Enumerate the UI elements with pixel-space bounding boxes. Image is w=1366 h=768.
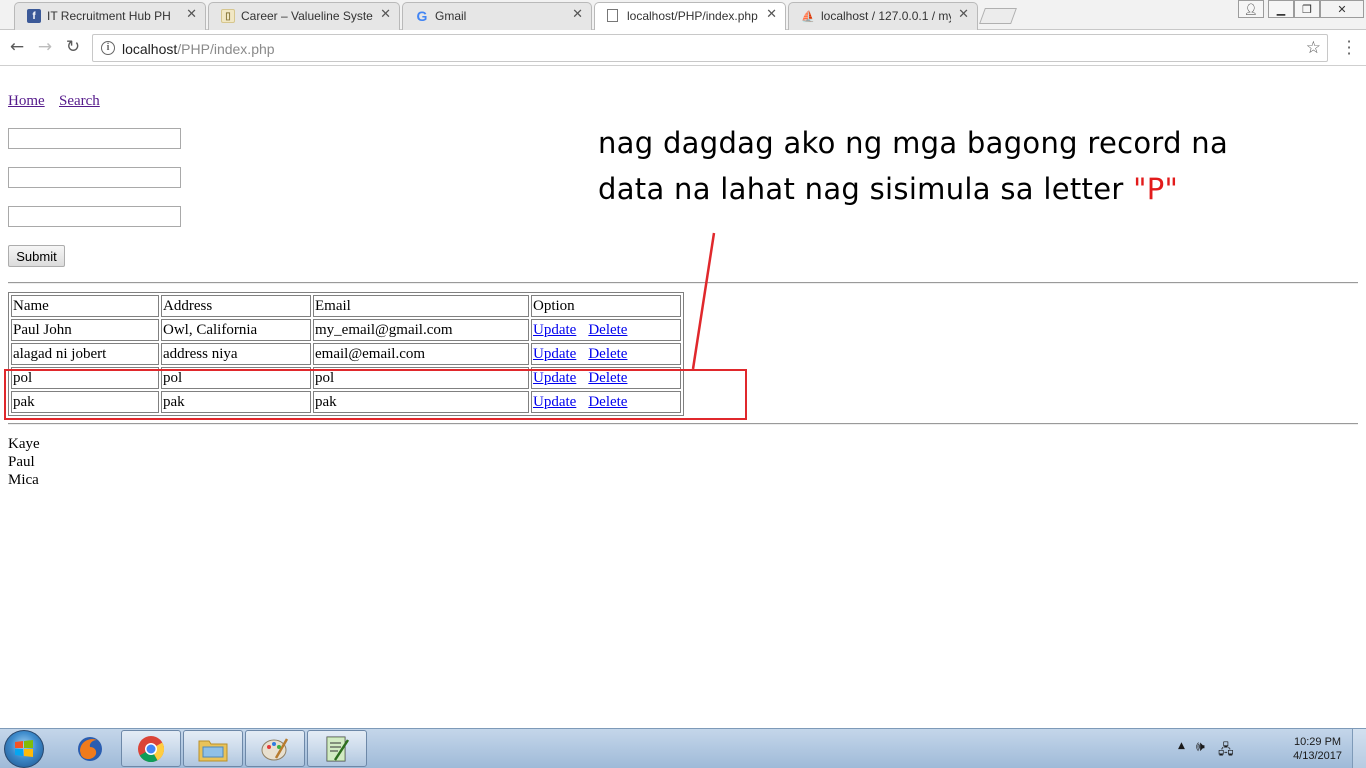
forward-arrow-icon[interactable]: → — [34, 36, 56, 58]
bookmark-star-icon[interactable]: ☆ — [1306, 38, 1321, 58]
minimize-button[interactable]: ▁ — [1268, 0, 1294, 18]
page-content: Home Search Submit Name Address Email Op… — [0, 67, 1366, 728]
system-tray: ▲ 🕪︎ 🖧︎ 10:29 PM 4/13/2017 — [1166, 729, 1366, 768]
page-icon: ▯ — [221, 9, 235, 23]
close-icon[interactable]: ✕ — [186, 7, 197, 22]
close-window-button[interactable]: ✕ — [1320, 0, 1364, 18]
firefox-logo — [78, 736, 102, 761]
google-icon: G — [416, 8, 428, 24]
new-tab-button[interactable] — [979, 8, 1017, 24]
close-icon[interactable]: ✕ — [958, 7, 969, 22]
facebook-icon: f — [27, 9, 41, 23]
notepad-icon — [326, 736, 350, 761]
url-host: localhost — [122, 41, 178, 57]
clock-time: 10:29 PM — [1293, 736, 1342, 748]
taskbar: ▲ 🕪︎ 🖧︎ 10:29 PM 4/13/2017 — [0, 728, 1366, 768]
tab-strip: f IT Recruitment Hub PH ✕ ▯ Career – Val… — [0, 0, 1366, 31]
back-arrow-icon[interactable]: ← — [6, 36, 28, 58]
annotation-arrow-line — [691, 232, 716, 370]
document-icon — [607, 9, 618, 22]
firefox-icon[interactable] — [60, 730, 120, 767]
notepadpp-icon[interactable] — [307, 730, 367, 767]
show-hidden-icons-icon[interactable]: ▲ — [1178, 741, 1185, 751]
browser-toolbar: ← → ↻ i localhost/PHP/index.php ☆ · · · — [0, 30, 1366, 66]
address-bar[interactable]: i localhost/PHP/index.php ☆ — [92, 34, 1328, 62]
user-icon[interactable]: 👤︎ — [1238, 0, 1264, 18]
menu-icon[interactable]: · · · — [1346, 34, 1352, 62]
reload-icon[interactable]: ↻ — [62, 36, 84, 58]
tab-title: Gmail — [435, 9, 467, 23]
tab-localhost-index[interactable]: localhost/PHP/index.php ✕ — [594, 2, 786, 31]
volume-icon[interactable]: 🕪︎ — [1196, 739, 1205, 755]
paint-icon[interactable] — [245, 730, 305, 767]
tab-career[interactable]: ▯ Career – Valueline System ✕ — [208, 2, 400, 30]
tab-gmail[interactable]: G Gmail ✕ — [402, 2, 592, 30]
tab-title: localhost / 127.0.0.1 / my — [821, 9, 951, 23]
phpmyadmin-icon: ⛵ — [801, 10, 815, 23]
tab-recruitment[interactable]: f IT Recruitment Hub PH ✕ — [14, 2, 206, 30]
close-icon[interactable]: ✕ — [572, 7, 583, 22]
tab-title: Career – Valueline System — [241, 9, 373, 23]
tab-title: localhost/PHP/index.php — [627, 9, 758, 23]
chrome-icon[interactable] — [121, 730, 181, 767]
chrome-logo — [138, 735, 165, 762]
windows-logo-icon — [15, 740, 33, 757]
palette-icon — [261, 737, 289, 760]
clock-date: 4/13/2017 — [1293, 750, 1342, 762]
url-text: localhost/PHP/index.php — [122, 41, 275, 57]
info-icon[interactable]: i — [101, 41, 115, 55]
start-button[interactable] — [4, 730, 44, 768]
tab-phpmyadmin[interactable]: ⛵ localhost / 127.0.0.1 / my ✕ — [788, 2, 978, 30]
tab-title: IT Recruitment Hub PH — [47, 9, 171, 23]
annotation-arrow — [691, 232, 716, 370]
folder-icon — [198, 740, 228, 761]
show-desktop-button[interactable] — [1352, 729, 1366, 768]
close-icon[interactable]: ✕ — [766, 7, 777, 22]
close-icon[interactable]: ✕ — [380, 7, 391, 22]
clock[interactable]: 10:29 PM 4/13/2017 — [1293, 735, 1342, 763]
explorer-icon[interactable] — [183, 730, 243, 767]
network-icon[interactable]: 🖧︎ — [1218, 739, 1234, 763]
url-path: /PHP/index.php — [177, 41, 275, 57]
restore-button[interactable]: ❐ — [1294, 0, 1320, 18]
